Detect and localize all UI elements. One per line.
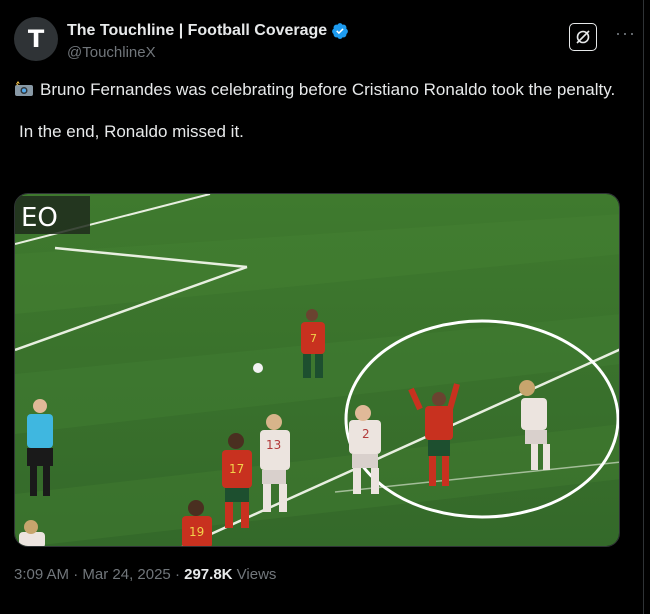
meta-separator: · — [174, 566, 180, 583]
jersey-number: 17 — [229, 462, 244, 476]
tweet-line-1-text: Bruno Fernandes was celebrating before C… — [40, 80, 616, 99]
grok-icon — [576, 30, 590, 44]
grok-button[interactable] — [569, 23, 597, 51]
avatar[interactable]: T — [14, 17, 58, 61]
more-icon[interactable]: ··· — [615, 23, 636, 44]
penalty-scene: EO 7 17 13 2 19 — [15, 194, 619, 546]
views-label: Views — [236, 566, 277, 583]
jersey-number: 2 — [362, 427, 370, 441]
jersey-number: 13 — [266, 438, 281, 452]
avatar-letter: T — [27, 25, 45, 53]
tweet-line-1: Bruno Fernandes was celebrating before C… — [14, 78, 624, 102]
name-row: The Touchline | Football Coverage — [67, 22, 349, 40]
display-name[interactable]: The Touchline | Football Coverage — [67, 22, 327, 40]
timeline-divider — [643, 0, 644, 614]
views-count: 297.8K — [184, 566, 233, 583]
jersey-number: 7 — [310, 332, 317, 345]
tweet-date[interactable]: Mar 24, 2025 — [82, 566, 170, 583]
ball — [253, 363, 263, 373]
tweet-header: T The Touchline | Football Coverage @Tou… — [14, 15, 636, 65]
handle[interactable]: @TouchlineX — [67, 44, 156, 61]
verified-badge-icon — [332, 23, 349, 39]
tweet-meta: 3:09 AM · Mar 24, 2025 · 297.8K Views — [14, 566, 276, 583]
tweet-time[interactable]: 3:09 AM — [14, 566, 69, 583]
meta-separator: · — [73, 566, 79, 583]
camera-flash-icon — [15, 81, 33, 96]
jersey-number: 19 — [189, 525, 204, 539]
tweet-line-2: In the end, Ronaldo missed it. — [19, 122, 244, 141]
media-image[interactable]: EO 7 17 13 2 19 — [14, 193, 620, 547]
broadcaster-logo: EO — [21, 203, 58, 233]
tweet-text: Bruno Fernandes was celebrating before C… — [14, 78, 624, 144]
